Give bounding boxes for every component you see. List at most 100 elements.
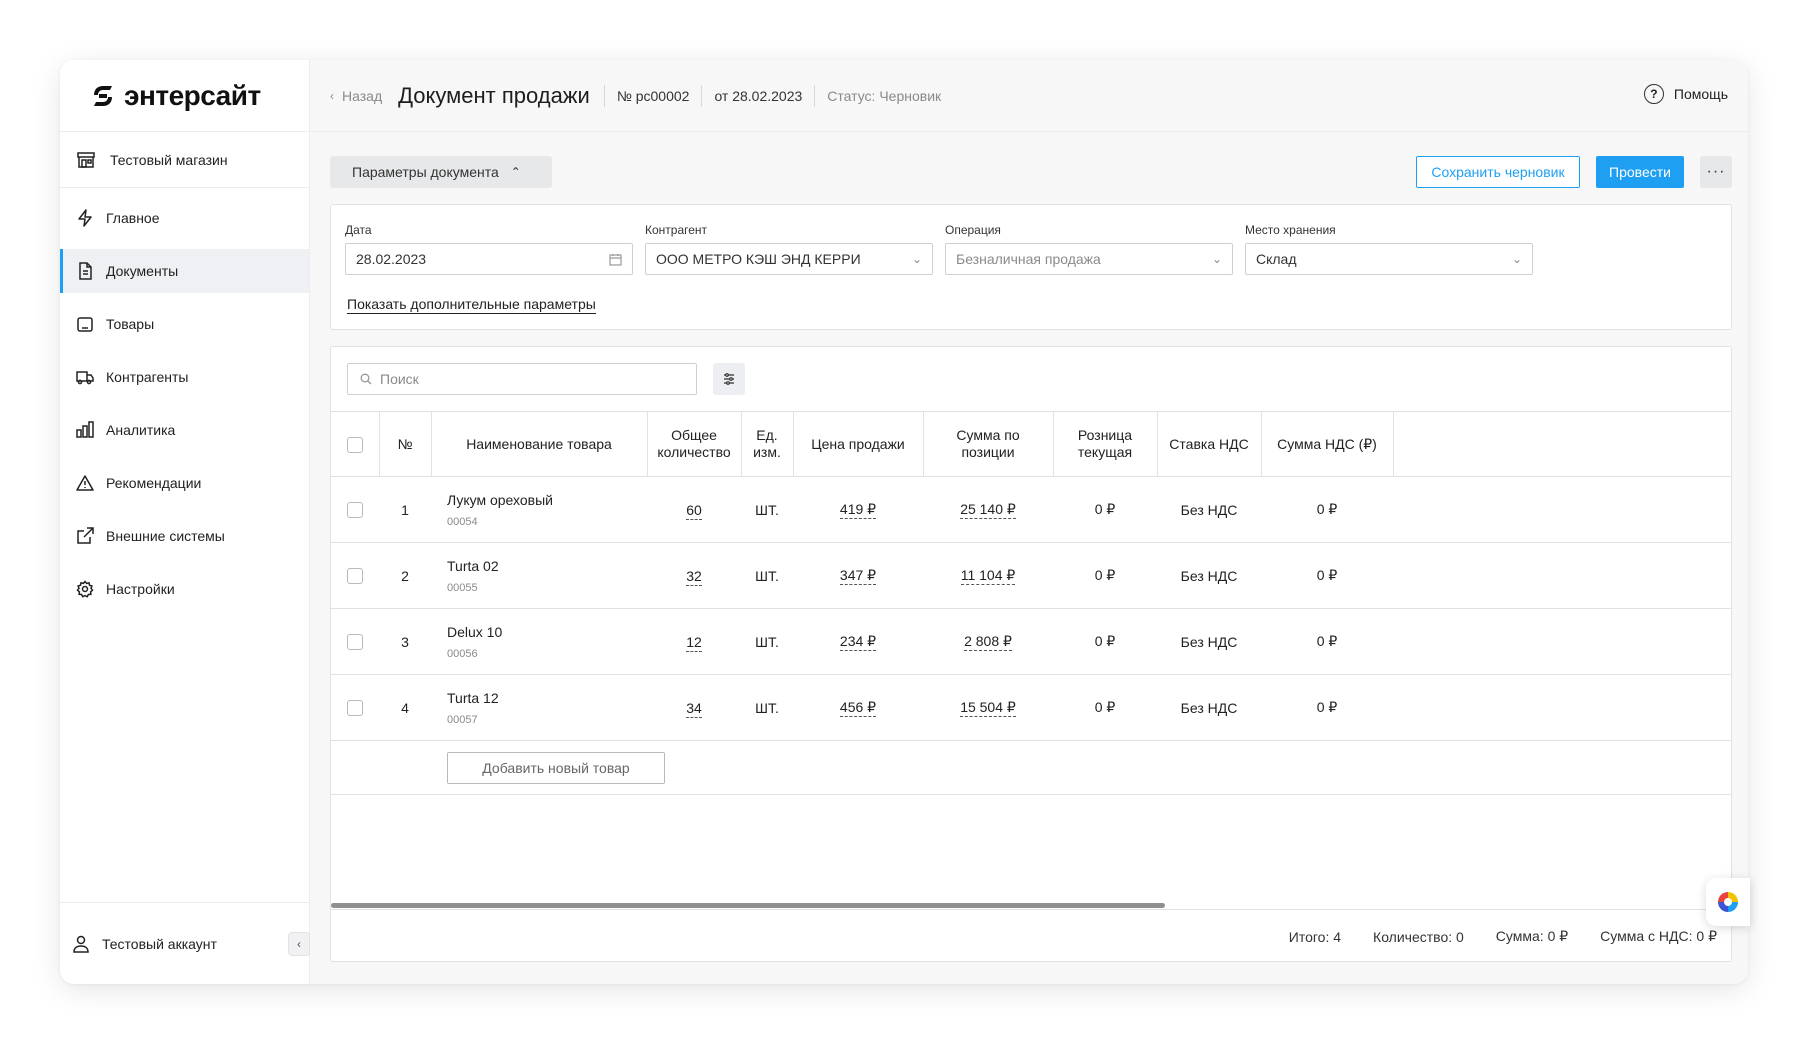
price-value[interactable]: 419 ₽ <box>839 501 877 519</box>
cell-retail: 0 ₽ <box>1053 674 1157 741</box>
qty-value[interactable]: 60 <box>686 501 702 520</box>
cell-price: 347 ₽ <box>793 542 923 609</box>
product-code: 00055 <box>447 581 478 594</box>
header-name[interactable]: Наименование товара <box>431 411 648 477</box>
cell-sum: 11 104 ₽ <box>923 542 1053 609</box>
sum-value[interactable]: 11 104 ₽ <box>960 567 1016 585</box>
assistant-widget-button[interactable] <box>1706 878 1750 926</box>
logo[interactable]: энтерсайт <box>60 60 309 132</box>
row-checkbox[interactable] <box>347 700 363 717</box>
chevron-left-icon: ‹ <box>297 937 301 951</box>
product-name[interactable]: Лукум ореховый <box>447 492 647 508</box>
row-select <box>331 542 379 609</box>
row-checkbox[interactable] <box>347 502 363 519</box>
sidebar-item-label: Аналитика <box>106 422 176 438</box>
save-draft-button[interactable]: Сохранить черновик <box>1416 156 1580 188</box>
product-name[interactable]: Delux 10 <box>447 624 647 640</box>
counterparty-select[interactable]: ООО МЕТРО КЭШ ЭНД КЕРРИ ⌄ <box>645 243 933 275</box>
total-sum: Сумма: 0 ₽ <box>1495 928 1569 944</box>
chevron-left-icon: ‹ <box>330 88 334 103</box>
app-window: энтерсайт Тестовый магазин Главное Докум… <box>60 60 1748 984</box>
table-row[interactable]: 2 Turta 02 00055 32 ШТ. 347 ₽ 11 104 ₽ 0 … <box>331 542 1731 609</box>
account-menu[interactable]: Тестовый аккаунт <box>60 902 310 984</box>
params-label: Параметры документа <box>352 164 499 180</box>
qty-value[interactable]: 32 <box>686 567 702 586</box>
cell-sum: 25 140 ₽ <box>923 476 1053 543</box>
post-button[interactable]: Провести <box>1596 156 1684 188</box>
document-date: от 28.02.2023 <box>701 84 814 107</box>
document-icon <box>79 262 92 280</box>
table-row[interactable]: 3 Delux 10 00056 12 ШТ. 234 ₽ 2 808 ₽ 0 ₽… <box>331 608 1731 675</box>
search-icon <box>360 373 372 385</box>
sum-value[interactable]: 2 808 ₽ <box>964 633 1012 651</box>
cell-name: Turta 12 00057 <box>431 674 647 741</box>
cell-num: 3 <box>379 608 431 675</box>
search-input[interactable]: Поиск <box>347 363 697 395</box>
sidebar-item-counterparties[interactable]: Контрагенты <box>60 355 309 399</box>
header-retail[interactable]: Розница текущая <box>1053 411 1158 477</box>
sidebar-item-goods[interactable]: Товары <box>60 302 309 346</box>
show-more-params-link[interactable]: Показать дополнительные параметры <box>347 295 596 314</box>
cell-qty: 34 <box>647 674 741 741</box>
add-row-spacer <box>379 740 431 795</box>
operation-field-group: Операция Безналичная продажа ⌄ <box>945 223 1233 275</box>
header-price[interactable]: Цена продажи <box>793 411 924 477</box>
date-input[interactable]: 28.02.2023 <box>345 243 633 275</box>
cell-qty: 32 <box>647 542 741 609</box>
row-checkbox[interactable] <box>347 568 363 585</box>
sidebar-item-main[interactable]: Главное <box>60 196 309 240</box>
sidebar-item-documents[interactable]: Документы <box>60 249 309 293</box>
user-icon <box>73 935 89 953</box>
logo-icon <box>94 85 112 106</box>
header-num[interactable]: № <box>379 411 432 477</box>
table-row[interactable]: 4 Turta 12 00057 34 ШТ. 456 ₽ 15 504 ₽ 0 … <box>331 674 1731 741</box>
more-actions-button[interactable]: ··· <box>1700 156 1732 188</box>
column-settings-button[interactable] <box>713 363 745 395</box>
storage-select[interactable]: Склад ⌄ <box>1245 243 1533 275</box>
table-row[interactable]: 1 Лукум ореховый 00054 60 ШТ. 419 ₽ 25 14… <box>331 476 1731 543</box>
add-new-item-button[interactable]: Добавить новый товар <box>447 751 665 784</box>
sidebar-item-recommendations[interactable]: Рекомендации <box>60 461 309 505</box>
cell-name: Turta 02 00055 <box>431 542 647 609</box>
cell-num: 4 <box>379 674 431 741</box>
cell-retail: 0 ₽ <box>1053 542 1157 609</box>
document-params-toggle[interactable]: Параметры документа ⌃ <box>330 156 552 188</box>
operation-select[interactable]: Безналичная продажа ⌄ <box>945 243 1233 275</box>
header-vat-rate[interactable]: Ставка НДС <box>1157 411 1262 477</box>
brand-name: энтерсайт <box>124 79 261 111</box>
question-icon: ? <box>1643 84 1664 104</box>
sidebar-item-analytics[interactable]: Аналитика <box>60 408 309 452</box>
product-name[interactable]: Turta 12 <box>447 690 647 706</box>
horizontal-scrollbar[interactable] <box>331 903 1165 908</box>
row-checkbox[interactable] <box>347 634 363 651</box>
price-value[interactable]: 347 ₽ <box>839 567 877 585</box>
date-field-group: Дата 28.02.2023 <box>345 223 633 275</box>
price-value[interactable]: 456 ₽ <box>839 699 877 717</box>
header-qty[interactable]: Общее количество <box>647 411 742 477</box>
product-name[interactable]: Turta 02 <box>447 558 647 574</box>
operation-label: Операция <box>945 223 1001 237</box>
sidebar-item-external-systems[interactable]: Внешние системы <box>60 514 309 558</box>
header-unit[interactable]: Ед. изм. <box>741 411 794 477</box>
storage-value: Склад <box>1256 251 1297 267</box>
sum-value[interactable]: 15 504 ₽ <box>960 699 1016 717</box>
calendar-icon <box>609 253 622 266</box>
price-value[interactable]: 234 ₽ <box>839 633 877 651</box>
row-select <box>331 608 379 675</box>
header-sum[interactable]: Сумма по позиции <box>923 411 1054 477</box>
date-value: 28.02.2023 <box>356 251 427 267</box>
back-link[interactable]: ‹ Назад <box>330 88 382 104</box>
sidebar-item-settings[interactable]: Настройки <box>60 567 309 611</box>
qty-value[interactable]: 34 <box>686 699 702 718</box>
header-vat-sum[interactable]: Сумма НДС (₽) <box>1261 411 1394 477</box>
cell-name: Delux 10 00056 <box>431 608 647 675</box>
qty-value[interactable]: 12 <box>686 633 702 652</box>
row-select <box>331 476 379 543</box>
collapse-sidebar-button[interactable]: ‹ <box>288 932 310 956</box>
cell-qty: 60 <box>647 476 741 543</box>
help-button[interactable]: ? Помощь <box>1643 84 1728 104</box>
sum-value[interactable]: 25 140 ₽ <box>960 501 1016 519</box>
total-sum-vat: Сумма с НДС: 0 ₽ <box>1600 928 1717 944</box>
select-all-checkbox[interactable] <box>346 436 363 453</box>
store-selector[interactable]: Тестовый магазин <box>60 132 309 188</box>
